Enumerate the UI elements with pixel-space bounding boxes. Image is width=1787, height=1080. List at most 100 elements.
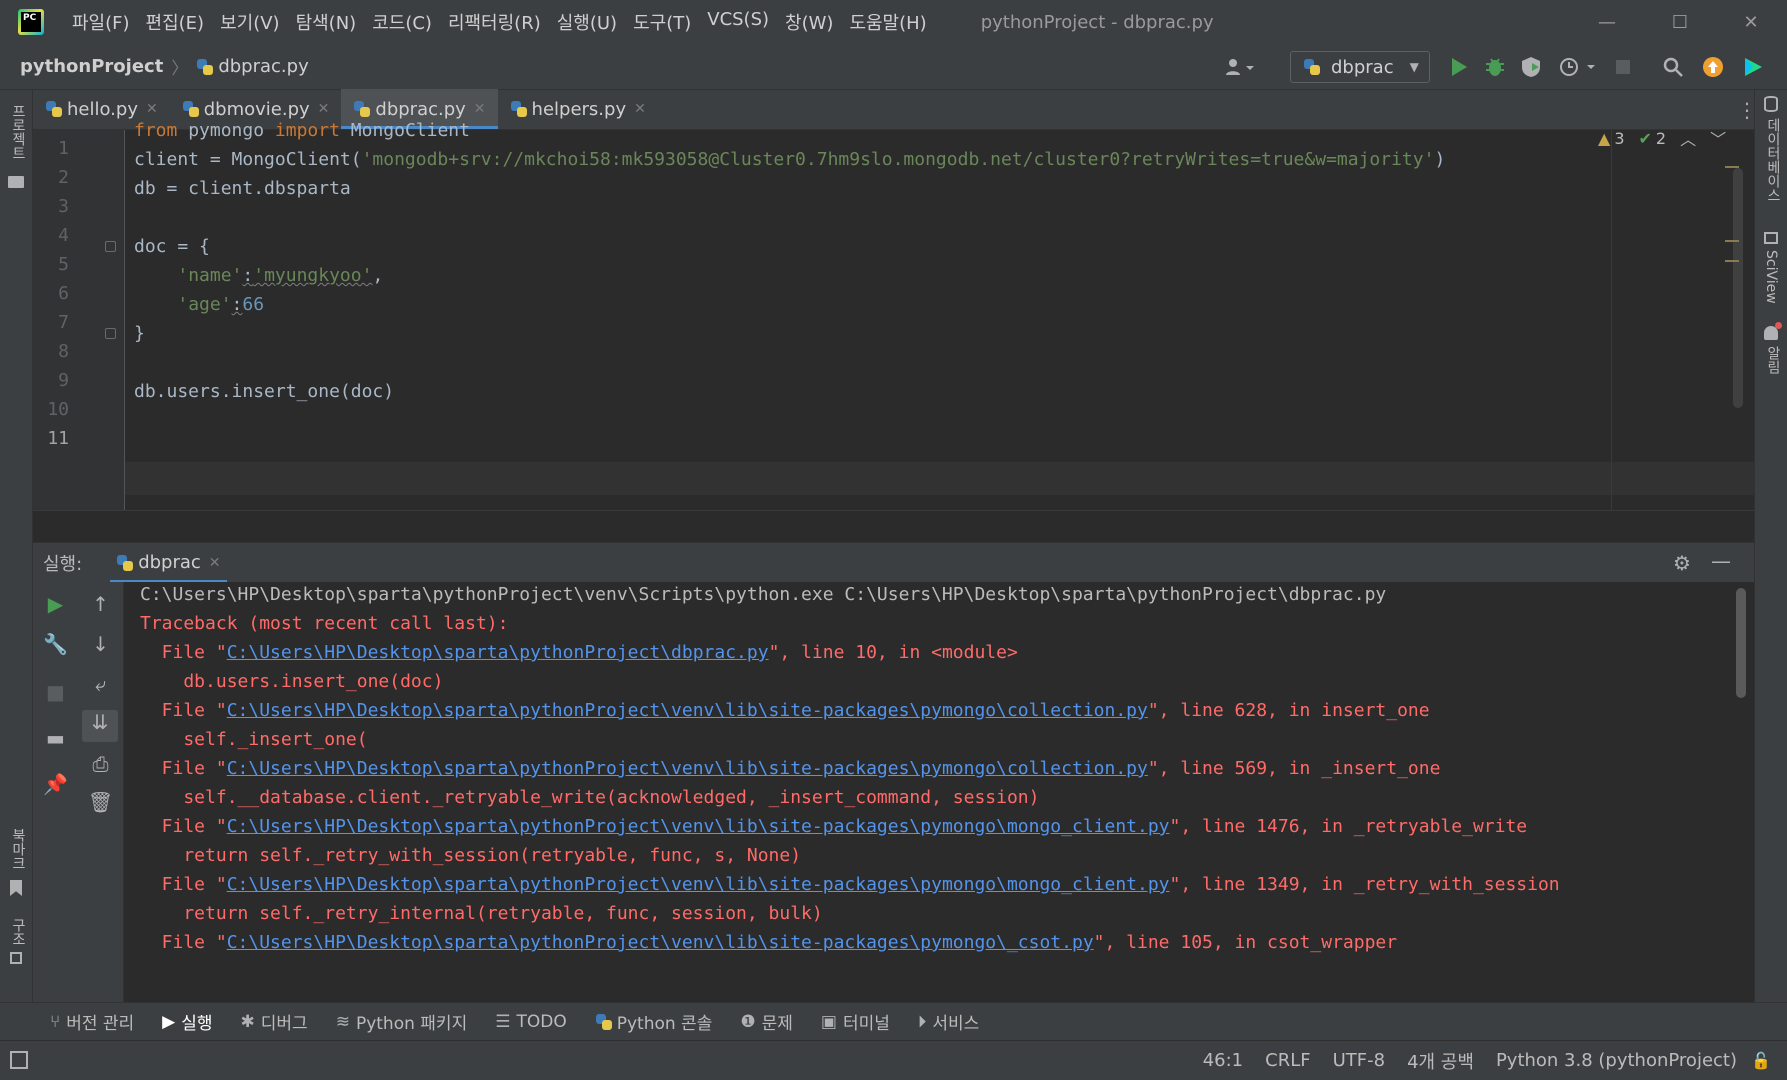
menu-code[interactable]: 코드(C) xyxy=(364,9,440,35)
tool-label: TODO xyxy=(516,1011,567,1032)
search-icon[interactable] xyxy=(1660,54,1686,80)
menu-tools[interactable]: 도구(T) xyxy=(625,9,699,35)
layout-icon[interactable]: ▬ xyxy=(33,726,78,750)
run-tab-dbprac[interactable]: dbprac ✕ xyxy=(110,543,227,583)
menu-refactor[interactable]: 리팩터링(R) xyxy=(440,9,549,35)
soft-wrap-icon[interactable]: ⤶ xyxy=(78,672,123,696)
profile-clock-icon[interactable] xyxy=(1556,54,1602,80)
traceback-file-link[interactable]: C:\Users\HP\Desktop\sparta\pythonProject… xyxy=(227,758,1148,779)
code-string: 'mongodb+srv://mkchoi58:mk593058@Cluster… xyxy=(361,149,1435,170)
line-separator[interactable]: CRLF xyxy=(1265,1050,1310,1071)
menu-vcs[interactable]: VCS(S) xyxy=(699,9,777,35)
tool-services[interactable]: ⏵ 서비스 xyxy=(918,1009,979,1035)
indent-setting[interactable]: 4개 공백 xyxy=(1407,1048,1474,1074)
trash-icon[interactable]: 🗑 xyxy=(78,790,123,814)
python-file-icon xyxy=(353,100,371,118)
python-file-icon xyxy=(510,100,528,118)
more-options-icon[interactable]: ⋮ xyxy=(1737,98,1757,122)
line-number: 2 xyxy=(58,167,69,188)
close-tab-icon[interactable]: ✕ xyxy=(474,101,486,117)
wrench-icon[interactable]: 🔧 xyxy=(33,632,78,656)
code-editor[interactable]: 1 2 3 4 5 6 7 8 9 10 11 from pymongo imp… xyxy=(33,120,1754,510)
tool-run[interactable]: ▶ 실행 xyxy=(162,1009,212,1035)
rerun-icon[interactable]: ▶ xyxy=(33,592,78,616)
bookmarks-tool-tab[interactable]: 북마크 xyxy=(8,828,28,870)
menu-run[interactable]: 실행(U) xyxy=(549,9,625,35)
list-icon: ☰ xyxy=(495,1011,511,1032)
toggle-tool-windows-icon[interactable] xyxy=(10,1051,28,1069)
tool-python-packages[interactable]: ≋ Python 패키지 xyxy=(336,1009,468,1035)
chevron-up-icon[interactable]: ︿ xyxy=(1680,126,1696,150)
tab-label: dbmovie.py xyxy=(203,98,310,120)
menu-file[interactable]: 파일(F) xyxy=(64,9,138,35)
print-icon[interactable]: ⎙ xyxy=(78,752,123,776)
breadcrumb-file[interactable]: dbprac.py xyxy=(218,56,308,77)
tool-problems[interactable]: ❶ 문제 xyxy=(740,1009,793,1035)
caret-position[interactable]: 46:1 xyxy=(1203,1050,1243,1071)
fold-marker-icon[interactable] xyxy=(105,241,116,252)
current-line-highlight xyxy=(125,462,1754,495)
menu-window[interactable]: 창(W) xyxy=(777,9,841,35)
inspection-widget[interactable]: ▲ 3 ✔ 2 ︿ ﹀ xyxy=(1598,126,1726,150)
error-stripe-mark[interactable] xyxy=(1725,166,1739,168)
structure-tool-tab[interactable]: 구조 xyxy=(8,918,28,946)
menu-view[interactable]: 보기(V) xyxy=(212,9,287,35)
menu-help[interactable]: 도움말(H) xyxy=(841,9,934,35)
code-token: from xyxy=(134,120,178,141)
tool-version-control[interactable]: ⑂ 버전 관리 xyxy=(50,1009,134,1035)
traceback-file-link[interactable]: C:\Users\HP\Desktop\sparta\pythonProject… xyxy=(227,700,1148,721)
run-console-output[interactable]: C:\Users\HP\Desktop\sparta\pythonProject… xyxy=(124,582,1754,1002)
sciview-tool-tab[interactable]: SciView xyxy=(1763,250,1779,304)
chevron-down-icon[interactable]: ﹀ xyxy=(1710,126,1726,150)
update-arrow-icon[interactable] xyxy=(1700,54,1726,80)
editor-scrollbar[interactable] xyxy=(1733,168,1743,408)
tool-label: Python 패키지 xyxy=(355,1014,468,1034)
minimize-button[interactable]: — xyxy=(1572,0,1642,44)
tool-python-console[interactable]: Python 콘솔 xyxy=(595,1009,712,1034)
error-stripe-mark[interactable] xyxy=(1725,240,1739,242)
python-interpreter[interactable]: Python 3.8 (pythonProject) xyxy=(1496,1050,1737,1071)
tool-todo[interactable]: ☰ TODO xyxy=(495,1012,567,1032)
arrow-down-icon[interactable]: ↓ xyxy=(78,632,123,656)
close-tab-icon[interactable]: ✕ xyxy=(209,555,221,571)
hide-panel-icon[interactable]: — xyxy=(1711,549,1731,573)
traceback-file-link[interactable]: C:\Users\HP\Desktop\sparta\pythonProject… xyxy=(227,642,769,663)
traceback-file-link[interactable]: C:\Users\HP\Desktop\sparta\pythonProject… xyxy=(227,874,1170,895)
lock-icon[interactable]: 🔓 xyxy=(1751,1051,1771,1070)
project-tool-tab[interactable]: 프로젝트 xyxy=(8,104,28,160)
user-icon[interactable] xyxy=(1220,54,1260,80)
error-stripe-mark[interactable] xyxy=(1725,260,1739,262)
breadcrumb-project[interactable]: pythonProject xyxy=(20,56,163,77)
console-scrollbar[interactable] xyxy=(1736,588,1746,698)
line-number: 6 xyxy=(58,283,69,304)
notifications-tool-tab[interactable]: 알림 xyxy=(1763,346,1783,374)
pin-icon[interactable]: 📌 xyxy=(33,772,78,796)
run-button[interactable] xyxy=(1446,54,1472,80)
maximize-button[interactable]: ☐ xyxy=(1645,0,1715,44)
traceback-file-link[interactable]: C:\Users\HP\Desktop\sparta\pythonProject… xyxy=(227,932,1094,953)
debug-bug-icon[interactable] xyxy=(1482,54,1508,80)
tool-terminal[interactable]: ▣ 터미널 xyxy=(821,1009,890,1035)
code-line-2: client = MongoClient('mongodb+srv://mkch… xyxy=(134,149,1445,170)
coverage-shield-icon[interactable] xyxy=(1518,54,1544,80)
fold-marker-icon[interactable] xyxy=(105,328,116,339)
traceback-file-link[interactable]: C:\Users\HP\Desktop\sparta\pythonProject… xyxy=(227,816,1170,837)
tool-debug[interactable]: ✱ 디버그 xyxy=(241,1009,308,1035)
menu-navigate[interactable]: 탐색(N) xyxy=(288,9,365,35)
stop-icon[interactable]: ■ xyxy=(33,680,78,704)
line-number-gutter: 1 2 3 4 5 6 7 8 9 10 11 xyxy=(33,130,125,510)
close-tab-icon[interactable]: ✕ xyxy=(318,101,330,117)
run-configuration-select[interactable]: dbprac ▼ xyxy=(1290,51,1430,83)
arrow-up-icon[interactable]: ↑ xyxy=(78,592,123,616)
close-tab-icon[interactable]: ✕ xyxy=(634,101,646,117)
close-window-button[interactable]: ✕ xyxy=(1716,0,1786,44)
tab-helpers-py[interactable]: helpers.py ✕ xyxy=(498,89,658,129)
database-tool-tab[interactable]: 데이터베이스 xyxy=(1763,118,1783,202)
settings-gear-icon[interactable]: ⚙ xyxy=(1673,551,1691,575)
stop-icon[interactable] xyxy=(1610,54,1636,80)
jetbrains-plugin-icon[interactable] xyxy=(1740,54,1766,80)
scroll-to-end-icon[interactable]: ⇊ xyxy=(82,710,118,742)
file-encoding[interactable]: UTF-8 xyxy=(1333,1050,1385,1071)
close-tab-icon[interactable]: ✕ xyxy=(146,101,158,117)
menu-edit[interactable]: 편집(E) xyxy=(138,9,213,35)
